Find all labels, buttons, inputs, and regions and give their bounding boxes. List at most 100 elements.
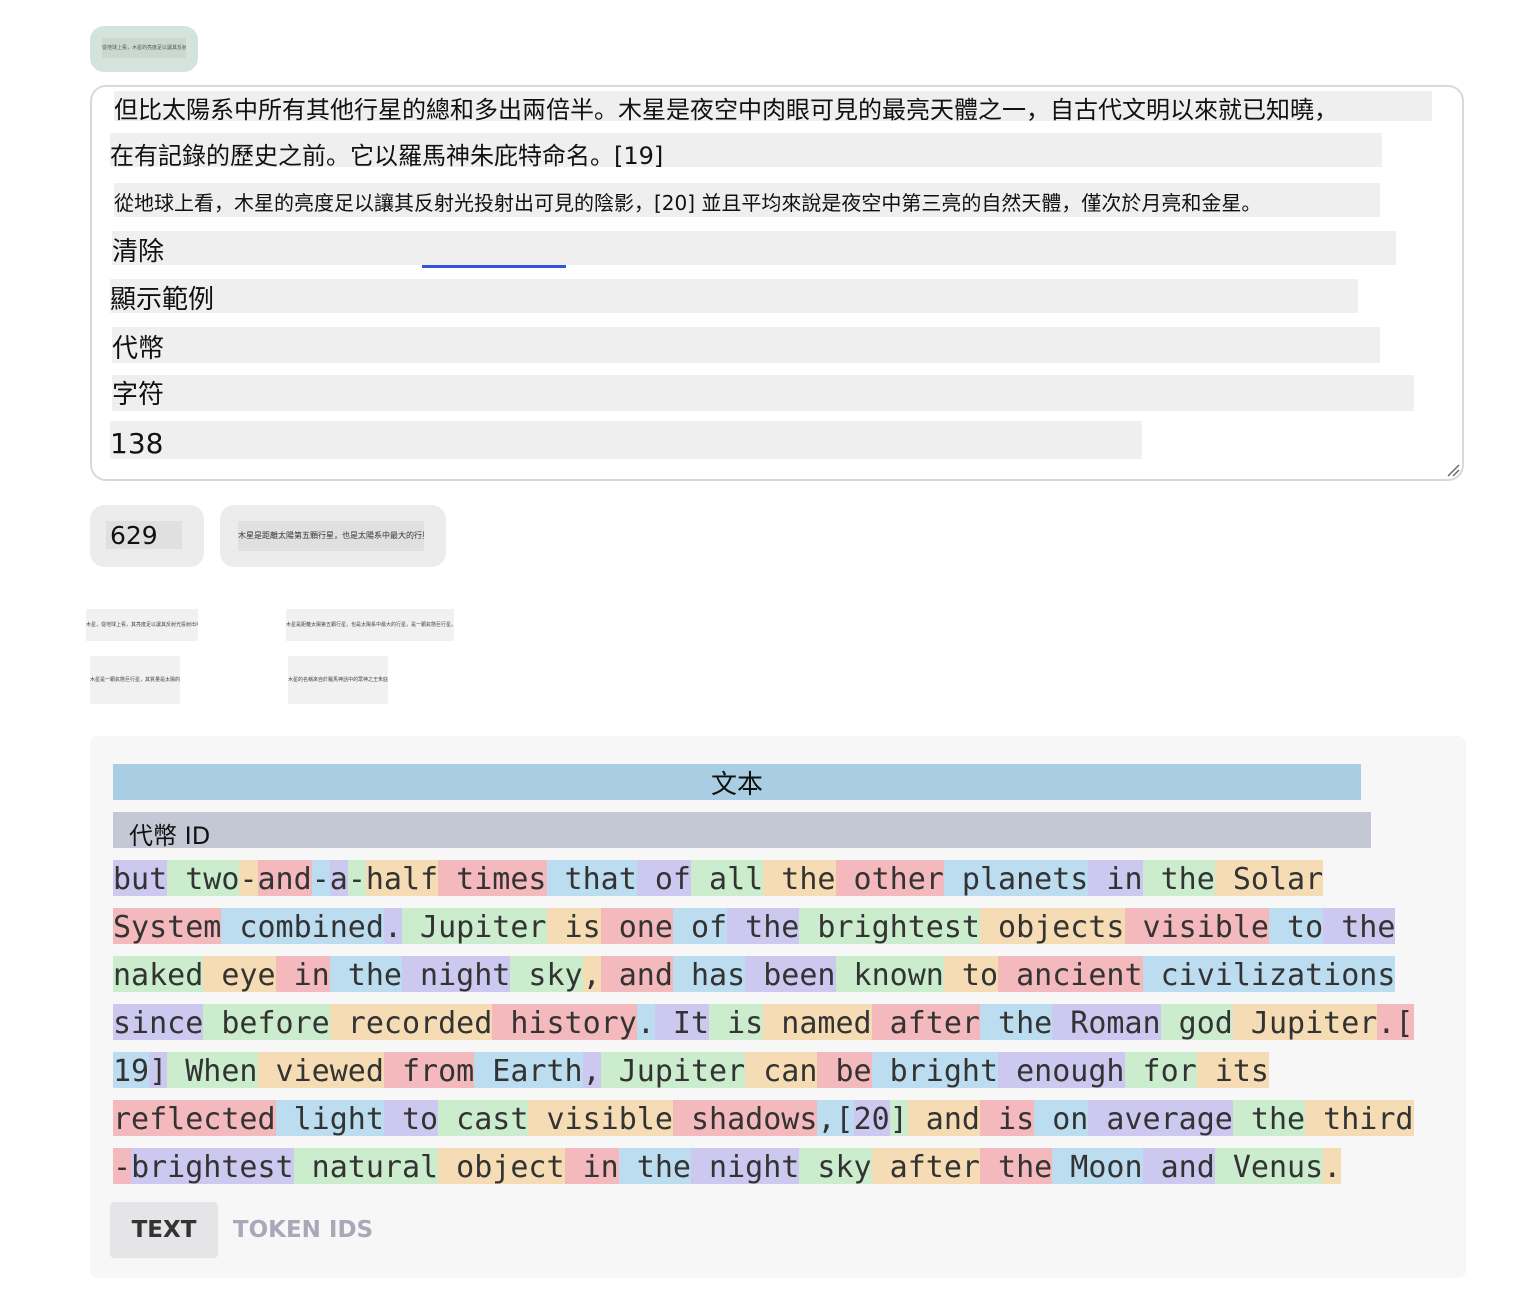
token: after bbox=[871, 1148, 980, 1185]
token: ] bbox=[149, 1052, 168, 1089]
tab-text[interactable]: TEXT bbox=[110, 1202, 218, 1258]
token: the bbox=[1232, 1100, 1306, 1137]
token-line: but two-and-a-half times that of all the… bbox=[113, 860, 1443, 897]
token: god bbox=[1160, 1004, 1233, 1041]
resize-handle-icon[interactable] bbox=[1446, 463, 1460, 477]
token: times bbox=[438, 860, 547, 897]
small-label: 木星的名稱來自於羅馬神話中的眾神之王朱庇特。 bbox=[288, 656, 388, 704]
small-label: 木星是一顆氣態巨行星，其質量是太陽的千分之一。 bbox=[90, 656, 180, 704]
token: shadows bbox=[672, 1100, 818, 1137]
small-label: 木星，從地球上看，其亮度足以讓其反射光投射出可見的陰影。 bbox=[86, 609, 198, 641]
token: ,[ bbox=[817, 1100, 854, 1137]
token: - bbox=[347, 860, 366, 897]
top-example-label: 從地球上看，木星的亮度足以讓其反射光投射出可見的陰影 bbox=[102, 38, 186, 58]
token: half bbox=[365, 860, 439, 897]
token: but bbox=[113, 860, 168, 897]
token: sky bbox=[799, 1148, 872, 1185]
token: When bbox=[167, 1052, 258, 1089]
token: System bbox=[113, 908, 222, 945]
token: . bbox=[1323, 1148, 1342, 1185]
token: . bbox=[383, 908, 402, 945]
token: of bbox=[672, 908, 728, 945]
token: and bbox=[600, 956, 673, 993]
token: is bbox=[709, 1004, 764, 1041]
token: and bbox=[907, 1100, 980, 1137]
input-textarea[interactable]: 但比太陽系中所有其他行星的總和多出兩倍半。木星是夜空中肉眼可見的最亮天體之一，自… bbox=[90, 85, 1464, 481]
tab-token-ids[interactable]: TOKEN IDS bbox=[228, 1202, 378, 1258]
token: the bbox=[763, 860, 836, 897]
token: enough bbox=[998, 1052, 1125, 1089]
token: is bbox=[546, 908, 601, 945]
token: ancient bbox=[998, 956, 1143, 993]
token: , bbox=[582, 956, 601, 993]
token: to bbox=[383, 1100, 439, 1137]
token-count-value: 629 bbox=[106, 521, 182, 550]
token: the bbox=[618, 1148, 691, 1185]
token: history bbox=[492, 1004, 637, 1041]
token: Venus bbox=[1214, 1148, 1324, 1185]
token: Jupiter bbox=[600, 1052, 746, 1089]
textarea-line: 從地球上看，木星的亮度足以讓其反射光投射出可見的陰影，[20] 並且平均來說是夜… bbox=[114, 183, 1380, 217]
token: eye bbox=[203, 956, 276, 993]
token: brightest bbox=[799, 908, 980, 945]
token: the bbox=[329, 956, 402, 993]
token: viewed bbox=[257, 1052, 384, 1089]
token: reflected bbox=[113, 1100, 276, 1137]
token: in bbox=[564, 1148, 619, 1185]
tokens-label: 代幣 bbox=[112, 327, 1380, 363]
token: is bbox=[980, 1100, 1035, 1137]
token: , bbox=[582, 1052, 601, 1089]
token: the bbox=[980, 1004, 1053, 1041]
token-line: naked eye in the night sky, and has been… bbox=[113, 956, 1443, 993]
token: before bbox=[203, 1004, 330, 1041]
token: Jupiter bbox=[1232, 1004, 1378, 1041]
textarea-line: 但比太陽系中所有其他行星的總和多出兩倍半。木星是夜空中肉眼可見的最亮天體之一，自… bbox=[114, 91, 1432, 121]
token-line: since before recorded history. It is nam… bbox=[113, 1004, 1443, 1041]
token: object bbox=[438, 1148, 565, 1185]
token: bright bbox=[871, 1052, 999, 1089]
token-count-button[interactable]: 629 bbox=[90, 505, 204, 567]
token: and bbox=[1142, 1148, 1215, 1185]
textarea-line: 在有記錄的歷史之前。它以羅馬神朱庇特命名。[19] bbox=[110, 133, 1382, 167]
token: objects bbox=[980, 908, 1125, 945]
token: combined bbox=[221, 908, 384, 945]
token: the bbox=[1323, 908, 1396, 945]
token: other bbox=[835, 860, 944, 897]
token: the bbox=[1142, 860, 1215, 897]
token: since bbox=[113, 1004, 204, 1041]
token: on bbox=[1034, 1100, 1089, 1137]
token: sky bbox=[510, 956, 583, 993]
token: naked bbox=[113, 956, 204, 993]
token: has bbox=[672, 956, 746, 993]
token: known bbox=[835, 956, 944, 993]
token: recorded bbox=[329, 1004, 493, 1041]
token: light bbox=[275, 1100, 384, 1137]
token-line: 19] When viewed from Earth, Jupiter can … bbox=[113, 1052, 1443, 1089]
token: for bbox=[1124, 1052, 1197, 1089]
token: - bbox=[311, 860, 330, 897]
token: that bbox=[546, 860, 637, 897]
token: named bbox=[763, 1004, 872, 1041]
token: its bbox=[1196, 1052, 1269, 1089]
token: - bbox=[113, 1148, 132, 1185]
token: of bbox=[636, 860, 691, 897]
token: Jupiter bbox=[402, 908, 547, 945]
token: the bbox=[980, 1148, 1053, 1185]
top-example-button[interactable]: 從地球上看，木星的亮度足以讓其反射光投射出可見的陰影 bbox=[90, 26, 198, 72]
characters-label: 字符 bbox=[112, 375, 1414, 411]
token: be bbox=[817, 1052, 872, 1089]
token: cast bbox=[438, 1100, 529, 1137]
token: It bbox=[654, 1004, 710, 1041]
example-text-button[interactable]: 木星是距離太陽第五顆行星，也是太陽系中最大的行星。 bbox=[220, 505, 446, 567]
token: night bbox=[402, 956, 511, 993]
token: from bbox=[383, 1052, 475, 1089]
token: . bbox=[636, 1004, 655, 1041]
token: Solar bbox=[1214, 860, 1324, 897]
token: planets bbox=[943, 860, 1089, 897]
token: Roman bbox=[1052, 1004, 1161, 1041]
token: in bbox=[275, 956, 330, 993]
small-label: 木星是距離太陽第五顆行星，也是太陽系中最大的行星，是一顆氣態巨行星。 bbox=[286, 609, 454, 641]
token: a bbox=[329, 860, 348, 897]
example-text-label: 木星是距離太陽第五顆行星，也是太陽系中最大的行星。 bbox=[238, 521, 424, 551]
token: 19 bbox=[113, 1052, 150, 1089]
